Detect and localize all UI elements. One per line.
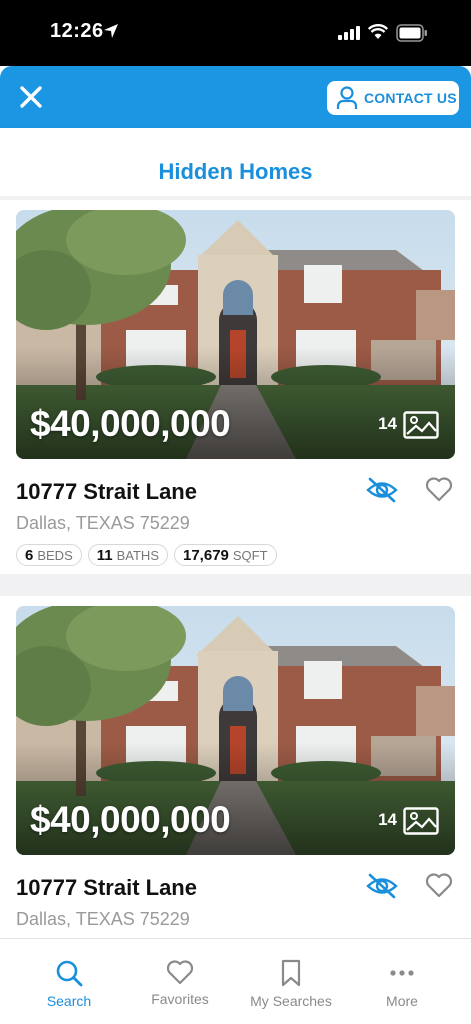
sqft-chip: 17,679 SQFT: [174, 544, 277, 566]
listing-feed[interactable]: $40,000,000 14 10777 Strait Lane Dallas,…: [0, 196, 471, 938]
search-icon: [56, 960, 83, 987]
wifi-icon: [368, 24, 388, 39]
page-title: Hidden Homes: [158, 159, 313, 184]
bottom-tab-bar: Search Favorites My Searches More: [0, 938, 471, 1024]
baths-label: BATHS: [116, 547, 159, 563]
gallery-icon[interactable]: [403, 807, 439, 835]
baths-chip: 11 BATHS: [87, 544, 168, 566]
bookmark-icon: [281, 959, 301, 987]
listing-price: $40,000,000: [30, 403, 231, 444]
listing-city: Dallas, TEXAS 75229: [16, 909, 190, 929]
listing-photo[interactable]: $40,000,000 14: [16, 210, 455, 459]
heart-icon: [166, 960, 194, 985]
sqft-label: SQFT: [232, 547, 268, 563]
tab-search-label: Search: [46, 993, 92, 1009]
beds-label: BEDS: [37, 547, 73, 563]
baths-value: 11: [96, 546, 113, 564]
contact-us-label: CONTACT US: [364, 90, 457, 106]
sqft-value: 17,679: [183, 546, 229, 564]
favorite-heart-icon[interactable]: [425, 476, 453, 502]
close-button[interactable]: [14, 80, 48, 114]
listing-card[interactable]: $40,000,000 14 10777 Strait Lane Dallas,…: [0, 200, 471, 574]
listing-photo[interactable]: $40,000,000 14: [16, 606, 455, 855]
close-icon: [20, 86, 42, 108]
status-bar: 12:26: [0, 0, 471, 66]
listing-address[interactable]: 10777 Strait Lane: [16, 875, 197, 901]
beds-value: 6: [25, 546, 34, 564]
listing-specs: 6 BEDS 11 BATHS 17,679 SQFT: [16, 544, 277, 566]
listing-price: $40,000,000: [30, 799, 231, 840]
status-time: 12:26: [50, 20, 104, 42]
cellular-signal-icon: [338, 26, 360, 40]
tab-my-searches[interactable]: My Searches: [232, 939, 350, 1024]
more-icon: [390, 970, 414, 976]
tab-my-searches-label: My Searches: [250, 993, 332, 1009]
location-arrow-icon: [104, 24, 118, 38]
app-header: CONTACT US: [0, 66, 471, 128]
tab-more-label: More: [386, 993, 418, 1009]
beds-chip: 6 BEDS: [16, 544, 82, 566]
tab-favorites-label: Favorites: [151, 991, 209, 1007]
photo-count: 14: [378, 810, 397, 829]
user-icon: [336, 86, 358, 109]
tab-search[interactable]: Search: [10, 939, 128, 1024]
contact-us-button[interactable]: CONTACT US: [327, 81, 459, 115]
tab-favorites[interactable]: Favorites: [121, 939, 239, 1024]
gallery-icon[interactable]: [403, 411, 439, 439]
listing-card[interactable]: $40,000,000 14 10777 Strait Lane Dallas,…: [0, 596, 471, 938]
page-title-bar: Hidden Homes: [0, 128, 471, 196]
listing-address[interactable]: 10777 Strait Lane: [16, 479, 197, 505]
tab-more[interactable]: More: [343, 939, 461, 1024]
battery-icon: [396, 24, 427, 42]
hide-listing-icon[interactable]: [366, 476, 398, 504]
photo-count: 14: [378, 414, 397, 433]
favorite-heart-icon[interactable]: [425, 872, 453, 898]
listing-city: Dallas, TEXAS 75229: [16, 513, 190, 533]
hide-listing-icon[interactable]: [366, 872, 398, 900]
